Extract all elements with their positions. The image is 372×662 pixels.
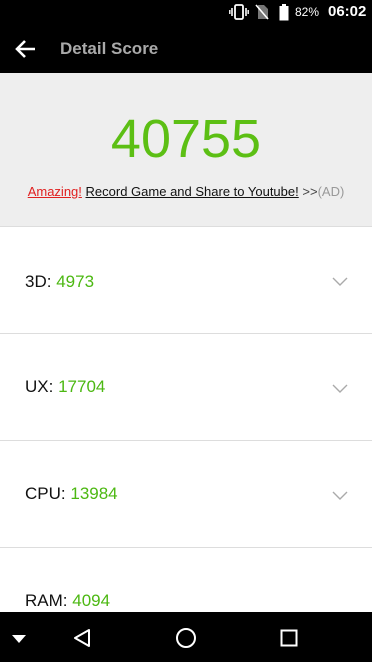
status-bar: 82% 06:02	[0, 0, 372, 25]
score-value: 4973	[56, 272, 95, 291]
expand-down-icon[interactable]	[11, 631, 27, 649]
score-value: 4094	[72, 591, 111, 610]
score-header: 40755 Amazing! Record Game and Share to …	[0, 73, 372, 227]
chevron-down-icon[interactable]	[332, 274, 348, 286]
navigation-bar	[0, 612, 372, 662]
arrow-left-icon	[12, 40, 40, 67]
back-triangle-icon[interactable]	[73, 628, 91, 653]
clock: 06:02	[328, 3, 367, 20]
chevron-down-icon[interactable]	[332, 381, 348, 393]
score-row-cpu[interactable]: CPU: 13984	[0, 441, 372, 548]
ad-arrows: >>	[302, 184, 318, 199]
ad-amazing-link[interactable]: Amazing!	[28, 184, 82, 199]
battery-percent: 82%	[295, 5, 320, 19]
ad-record-link[interactable]: Record Game and Share to Youtube!	[86, 184, 299, 199]
score-row-ux[interactable]: UX: 17704	[0, 334, 372, 441]
score-row-3d[interactable]: 3D: 4973	[0, 227, 372, 334]
vibrate-icon	[229, 4, 249, 25]
no-sim-icon	[255, 4, 269, 25]
score-value: 17704	[58, 377, 106, 396]
ad-banner[interactable]: Amazing! Record Game and Share to Youtub…	[0, 184, 372, 199]
score-label: 3D:	[25, 272, 52, 291]
score-value: 13984	[70, 484, 118, 503]
page-title: Detail Score	[60, 39, 159, 58]
score-label: UX:	[25, 377, 54, 396]
recents-square-icon[interactable]	[280, 629, 298, 652]
ad-tag: (AD)	[317, 184, 345, 199]
chevron-down-icon[interactable]	[332, 488, 348, 500]
home-circle-icon[interactable]	[175, 627, 197, 654]
score-label: RAM:	[25, 591, 68, 610]
back-button[interactable]	[12, 35, 40, 63]
app-bar: Detail Score	[0, 25, 372, 73]
total-score: 40755	[110, 109, 262, 169]
score-label: CPU:	[25, 484, 66, 503]
battery-icon	[279, 4, 289, 26]
